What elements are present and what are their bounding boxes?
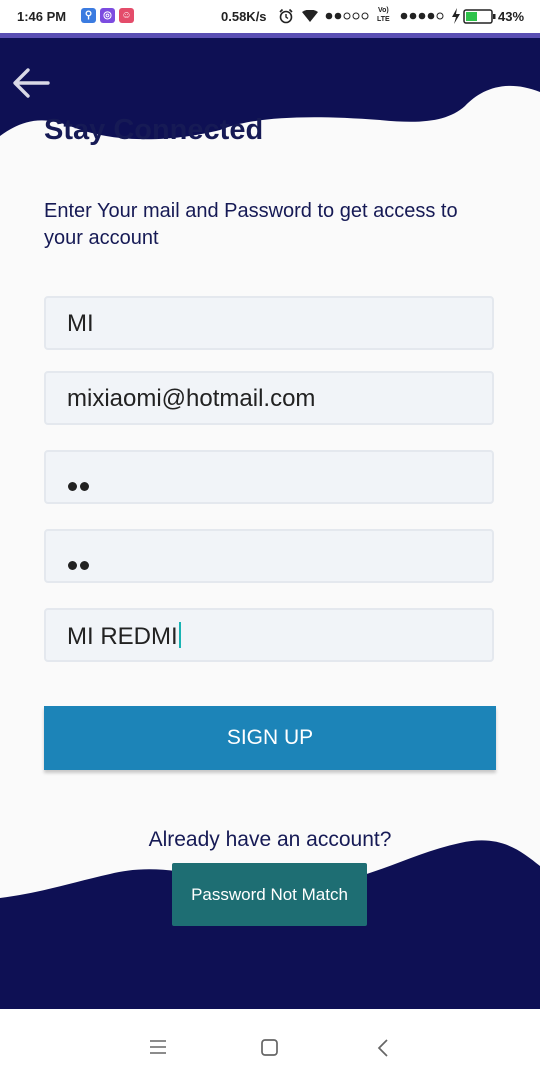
menu-icon[interactable] <box>150 1040 166 1054</box>
alarm-icon <box>279 8 293 24</box>
net-speed: 0.58K/s <box>221 9 267 24</box>
battery-icon <box>463 9 496 24</box>
page-subtitle: Enter Your mail and Password to get acce… <box>44 200 458 249</box>
signal-strength-icon <box>325 12 369 20</box>
app-notification-icon: ☺ <box>119 8 134 23</box>
status-time: 1:46 PM <box>17 9 67 24</box>
name-field[interactable]: MI <box>44 296 494 350</box>
password-mismatch-toast: Password Not Match <box>172 863 367 926</box>
device-field-value: MI REDMI <box>67 622 181 651</box>
confirm-password-mask <box>68 557 92 575</box>
text-cursor <box>178 622 181 648</box>
password-field[interactable] <box>44 450 494 504</box>
wifi-icon <box>302 10 318 22</box>
confirm-password-field[interactable] <box>44 529 494 583</box>
signup-button[interactable]: SIGN UP <box>44 706 496 770</box>
app-notification-icon: ⚲ <box>81 8 96 23</box>
page-title: Stay Connected <box>44 114 264 146</box>
email-field-value: mixiaomi@hotmail.com <box>67 385 316 412</box>
email-field[interactable]: mixiaomi@hotmail.com <box>44 371 494 425</box>
battery-level: 43% <box>498 9 525 24</box>
device-field[interactable]: MI REDMI <box>44 608 494 662</box>
back-arrow-icon[interactable] <box>10 62 52 104</box>
name-field-value: MI <box>67 310 94 337</box>
app-notification-icon: ◎ <box>100 8 115 23</box>
status-bar: 1:46 PM ⚲ ◎ ☺ 0.58K/s Vo) LTE 43% <box>0 0 540 33</box>
system-nav-bar <box>0 1009 540 1080</box>
home-icon[interactable] <box>261 1039 278 1056</box>
volte-icon: Vo) LTE <box>377 7 390 23</box>
password-mask <box>68 478 92 496</box>
signal-strength-icon <box>400 12 444 20</box>
charging-icon <box>452 8 460 24</box>
login-link[interactable]: Already have an account? <box>0 828 540 852</box>
back-icon[interactable] <box>377 1039 389 1057</box>
